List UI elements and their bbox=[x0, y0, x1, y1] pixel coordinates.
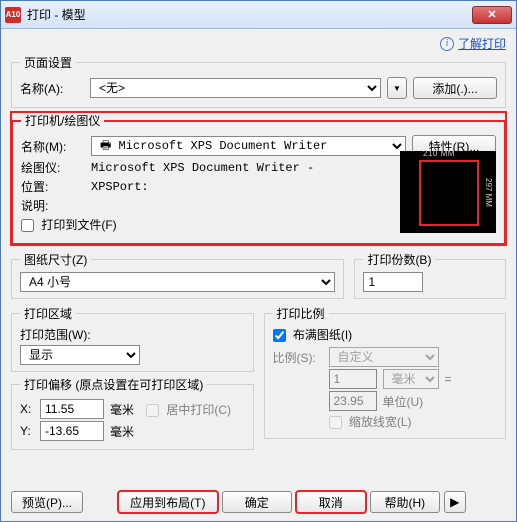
apply-to-layout-button[interactable]: 应用到布局(T) bbox=[118, 491, 218, 513]
print-offset-group: 打印偏移 (原点设置在可打印区域) X: 毫米 居中打印(C) Y: 毫米 bbox=[11, 376, 254, 450]
scale-select[interactable]: 自定义 bbox=[329, 347, 439, 367]
fit-to-paper-label[interactable]: 布满图纸(I) bbox=[273, 328, 353, 342]
print-to-file-checkbox-label[interactable]: 打印到文件(F) bbox=[21, 216, 117, 233]
ok-button[interactable]: 确定 bbox=[222, 491, 292, 513]
print-range-label: 打印范围(W): bbox=[20, 326, 245, 343]
info-icon: i bbox=[440, 37, 454, 51]
scale-lineweight-label[interactable]: 缩放线宽(L) bbox=[329, 413, 412, 430]
center-print-checkbox[interactable] bbox=[146, 404, 159, 417]
preview-button[interactable]: 预览(P)... bbox=[11, 491, 83, 513]
window-title: 打印 - 模型 bbox=[27, 6, 86, 23]
copies-group: 打印份数(B) bbox=[354, 251, 506, 299]
page-setup-legend: 页面设置 bbox=[20, 54, 76, 71]
app-icon: A10 bbox=[5, 7, 21, 23]
dialog-content: i 了解打印 页面设置 名称(A): <无> ▼ 添加(.)... 打印机/绘图… bbox=[1, 29, 516, 491]
paper-preview-rect bbox=[419, 160, 479, 226]
print-area-group: 打印区域 打印范围(W): 显示 bbox=[11, 305, 254, 372]
print-to-file-text: 打印到文件(F) bbox=[41, 218, 116, 232]
page-setup-group: 页面设置 名称(A): <无> ▼ 添加(.)... bbox=[11, 54, 506, 108]
scale-lineweight-checkbox[interactable] bbox=[329, 416, 342, 429]
center-print-label[interactable]: 居中打印(C) bbox=[146, 401, 231, 418]
copies-input[interactable] bbox=[363, 272, 423, 292]
cancel-button[interactable]: 取消 bbox=[296, 491, 366, 513]
titlebar[interactable]: A10 打印 - 模型 ✕ bbox=[1, 1, 516, 29]
scale-label: 比例(S): bbox=[273, 349, 323, 366]
offset-y-unit: 毫米 bbox=[110, 423, 134, 440]
scale-unit-select[interactable]: 毫米 bbox=[383, 369, 439, 389]
plotter-value: Microsoft XPS Document Writer - bbox=[91, 161, 314, 175]
plotter-label: 绘图仪: bbox=[21, 159, 85, 176]
paper-size-group: 图纸尺寸(Z) A4 小号 bbox=[11, 251, 344, 299]
close-button[interactable]: ✕ bbox=[472, 6, 512, 24]
print-to-file-checkbox[interactable] bbox=[21, 219, 34, 232]
preview-width-label: 210 MM bbox=[423, 149, 455, 158]
print-scale-legend: 打印比例 bbox=[273, 305, 329, 322]
print-offset-legend: 打印偏移 (原点设置在可打印区域) bbox=[20, 376, 207, 393]
scale-equals: = bbox=[445, 372, 452, 386]
print-scale-group: 打印比例 布满图纸(I) 比例(S): 自定义 bbox=[264, 305, 507, 439]
fit-to-paper-text: 布满图纸(I) bbox=[293, 328, 352, 342]
scale-num-input[interactable] bbox=[329, 369, 377, 389]
description-label: 说明: bbox=[21, 197, 85, 214]
copies-legend: 打印份数(B) bbox=[363, 251, 435, 268]
add-page-setup-button[interactable]: 添加(.)... bbox=[413, 77, 497, 99]
offset-x-label: X: bbox=[20, 402, 34, 416]
page-name-expand-button[interactable]: ▼ bbox=[387, 77, 407, 99]
scale-lineweight-text: 缩放线宽(L) bbox=[349, 415, 412, 429]
location-label: 位置: bbox=[21, 178, 85, 195]
offset-y-label: Y: bbox=[20, 424, 34, 438]
location-value: XPSPort: bbox=[91, 180, 149, 194]
printer-name-select[interactable]: 🖶 Microsoft XPS Document Writer bbox=[91, 136, 406, 156]
offset-y-input[interactable] bbox=[40, 421, 104, 441]
scale-denom-input[interactable] bbox=[329, 391, 377, 411]
expand-button[interactable]: ▶ bbox=[444, 491, 466, 513]
print-area-legend: 打印区域 bbox=[20, 305, 76, 322]
print-dialog: A10 打印 - 模型 ✕ i 了解打印 页面设置 名称(A): <无> ▼ 添… bbox=[0, 0, 517, 522]
printer-legend: 打印机/绘图仪 bbox=[21, 112, 104, 129]
help-button[interactable]: 帮助(H) bbox=[370, 491, 440, 513]
printer-group: 打印机/绘图仪 名称(M): 🖶 Microsoft XPS Document … bbox=[11, 112, 506, 245]
printer-name-label: 名称(M): bbox=[21, 138, 85, 155]
offset-x-unit: 毫米 bbox=[110, 401, 134, 418]
learn-print-link[interactable]: 了解打印 bbox=[458, 35, 506, 52]
paper-preview: 210 MM 297 MM bbox=[400, 151, 496, 233]
offset-x-input[interactable] bbox=[40, 399, 104, 419]
page-name-label: 名称(A): bbox=[20, 80, 84, 97]
preview-height-label: 297 MM bbox=[484, 178, 493, 207]
page-name-select[interactable]: <无> bbox=[90, 78, 381, 98]
print-range-select[interactable]: 显示 bbox=[20, 345, 140, 365]
scale-unit2-label: 单位(U) bbox=[383, 393, 424, 410]
dialog-footer: 预览(P)... 应用到布局(T) 确定 取消 帮助(H) ▶ bbox=[1, 491, 516, 521]
paper-size-select[interactable]: A4 小号 bbox=[20, 272, 335, 292]
paper-size-legend: 图纸尺寸(Z) bbox=[20, 251, 91, 268]
fit-to-paper-checkbox[interactable] bbox=[273, 329, 286, 342]
center-print-text: 居中打印(C) bbox=[166, 403, 231, 417]
